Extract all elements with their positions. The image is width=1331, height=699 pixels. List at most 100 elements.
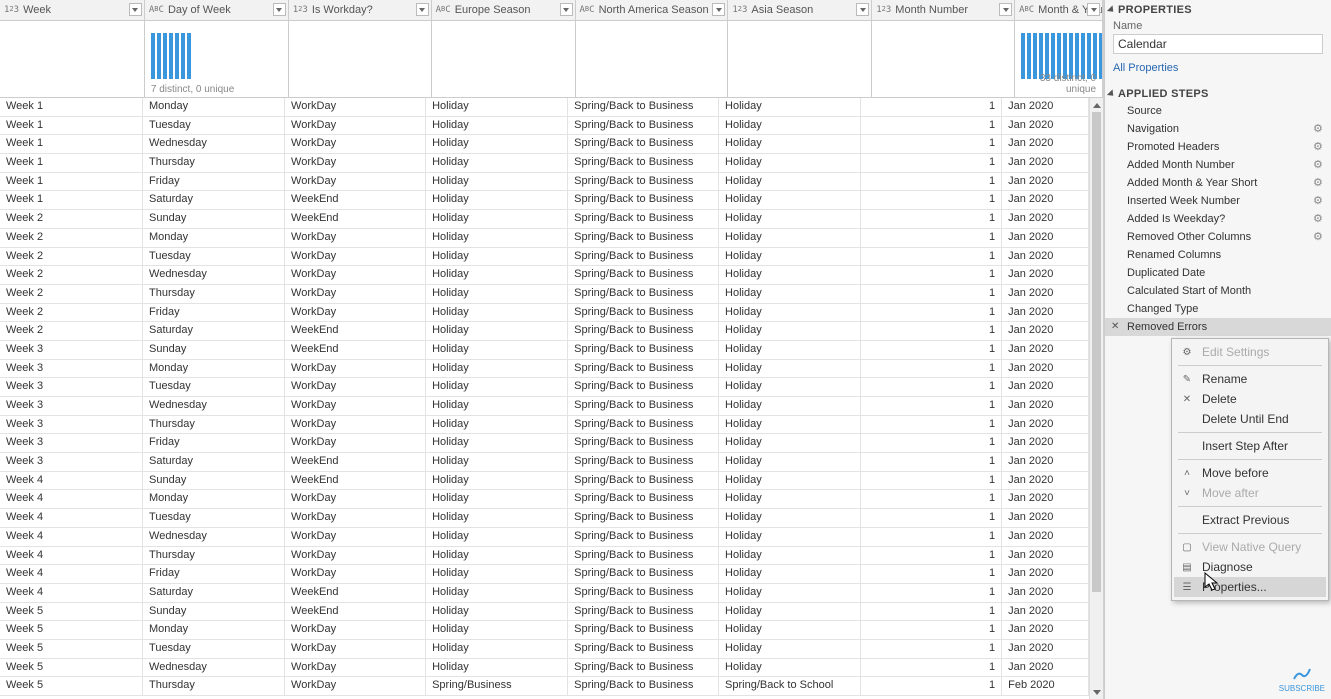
table-cell[interactable]: 1 [861,154,1002,172]
table-cell[interactable]: Feb 2020 [1002,677,1089,695]
properties-header[interactable]: PROPERTIES [1105,0,1331,18]
table-cell[interactable]: Spring/Back to Business [568,509,719,527]
table-cell[interactable]: Jan 2020 [1002,117,1089,135]
table-cell[interactable]: WorkDay [285,621,426,639]
table-row[interactable]: Week 3SaturdayWeekEndHolidaySpring/Back … [0,453,1089,472]
table-cell[interactable]: Jan 2020 [1002,603,1089,621]
table-cell[interactable]: 1 [861,378,1002,396]
table-cell[interactable]: WorkDay [285,397,426,415]
column-header-week[interactable]: 123Week [0,0,145,20]
table-cell[interactable]: Holiday [719,416,861,434]
table-cell[interactable]: Week 3 [0,360,143,378]
table-cell[interactable]: 1 [861,584,1002,602]
table-cell[interactable]: Jan 2020 [1002,378,1089,396]
table-cell[interactable]: Jan 2020 [1002,509,1089,527]
table-cell[interactable]: 1 [861,322,1002,340]
table-cell[interactable]: Week 2 [0,248,143,266]
table-cell[interactable]: Holiday [719,490,861,508]
table-cell[interactable]: Holiday [426,322,568,340]
table-row[interactable]: Week 1TuesdayWorkDayHolidaySpring/Back t… [0,117,1089,136]
column-profile-cell[interactable]: 7 distinct, 0 unique [145,21,289,97]
context-menu-item-diagnose[interactable]: ▤Diagnose [1174,557,1326,577]
table-cell[interactable]: WorkDay [285,154,426,172]
applied-step[interactable]: Duplicated Date [1105,264,1331,282]
table-cell[interactable]: Monday [143,98,285,116]
table-cell[interactable]: Jan 2020 [1002,304,1089,322]
delete-step-icon[interactable]: ✕ [1111,321,1119,332]
column-header-day-of-week[interactable]: ABCDay of Week [145,0,289,20]
context-menu-item-insert-step-after[interactable]: Insert Step After [1174,436,1326,456]
table-cell[interactable]: Spring/Back to Business [568,360,719,378]
table-cell[interactable]: Spring/Back to Business [568,434,719,452]
table-cell[interactable]: Holiday [426,453,568,471]
table-cell[interactable]: WorkDay [285,416,426,434]
table-cell[interactable]: WorkDay [285,490,426,508]
table-cell[interactable]: Spring/Back to Business [568,472,719,490]
table-cell[interactable]: Week 3 [0,416,143,434]
table-cell[interactable]: Holiday [426,229,568,247]
table-cell[interactable]: Jan 2020 [1002,154,1089,172]
table-cell[interactable]: Holiday [719,304,861,322]
table-cell[interactable]: Holiday [426,659,568,677]
table-cell[interactable]: WorkDay [285,266,426,284]
table-cell[interactable]: WeekEnd [285,322,426,340]
table-cell[interactable]: Week 4 [0,509,143,527]
table-cell[interactable]: Friday [143,565,285,583]
table-cell[interactable]: Week 1 [0,135,143,153]
table-cell[interactable]: WorkDay [285,248,426,266]
table-cell[interactable]: Holiday [426,173,568,191]
table-cell[interactable]: Week 3 [0,378,143,396]
table-cell[interactable]: Holiday [426,565,568,583]
table-cell[interactable]: WorkDay [285,117,426,135]
table-cell[interactable]: Week 2 [0,266,143,284]
table-cell[interactable]: Holiday [719,528,861,546]
column-filter-dropdown[interactable] [560,3,573,16]
table-cell[interactable]: Jan 2020 [1002,210,1089,228]
table-cell[interactable]: Friday [143,304,285,322]
scroll-thumb[interactable] [1092,112,1101,592]
table-cell[interactable]: Wednesday [143,528,285,546]
column-filter-dropdown[interactable] [273,3,286,16]
table-cell[interactable]: Holiday [719,509,861,527]
table-cell[interactable]: Jan 2020 [1002,173,1089,191]
table-cell[interactable]: WorkDay [285,434,426,452]
scroll-up-arrow[interactable] [1090,98,1103,112]
table-cell[interactable]: Week 5 [0,659,143,677]
table-cell[interactable]: Week 1 [0,117,143,135]
table-cell[interactable]: Jan 2020 [1002,98,1089,116]
table-cell[interactable]: 1 [861,173,1002,191]
table-cell[interactable]: Saturday [143,584,285,602]
table-cell[interactable]: Thursday [143,154,285,172]
table-row[interactable]: Week 2FridayWorkDayHolidaySpring/Back to… [0,304,1089,323]
column-header-month-year[interactable]: ABCMonth & Year [1015,0,1103,20]
table-cell[interactable]: Holiday [719,360,861,378]
table-row[interactable]: Week 2WednesdayWorkDayHolidaySpring/Back… [0,266,1089,285]
table-cell[interactable]: Jan 2020 [1002,453,1089,471]
table-cell[interactable]: Jan 2020 [1002,341,1089,359]
applied-step[interactable]: ✕Removed Errors [1105,318,1331,336]
table-cell[interactable]: Holiday [719,322,861,340]
applied-step[interactable]: Added Month Number⚙ [1105,156,1331,174]
table-cell[interactable]: Holiday [719,472,861,490]
table-cell[interactable]: Holiday [426,210,568,228]
table-cell[interactable]: 1 [861,360,1002,378]
table-cell[interactable]: Jan 2020 [1002,472,1089,490]
table-cell[interactable]: Holiday [719,584,861,602]
table-cell[interactable]: Holiday [426,397,568,415]
table-row[interactable]: Week 3TuesdayWorkDayHolidaySpring/Back t… [0,378,1089,397]
table-cell[interactable]: Jan 2020 [1002,135,1089,153]
column-filter-dropdown[interactable] [416,3,429,16]
table-cell[interactable]: Holiday [719,210,861,228]
table-cell[interactable]: WorkDay [285,229,426,247]
table-cell[interactable]: 1 [861,603,1002,621]
table-cell[interactable]: Spring/Back to Business [568,397,719,415]
table-cell[interactable]: 1 [861,191,1002,209]
table-cell[interactable]: Week 5 [0,640,143,658]
table-cell[interactable]: Spring/Back to Business [568,304,719,322]
all-properties-link[interactable]: All Properties [1105,58,1331,84]
table-cell[interactable]: Holiday [426,248,568,266]
table-cell[interactable]: Spring/Back to Business [568,191,719,209]
table-row[interactable]: Week 4ThursdayWorkDayHolidaySpring/Back … [0,547,1089,566]
table-cell[interactable]: Sunday [143,341,285,359]
applied-step[interactable]: Removed Other Columns⚙ [1105,228,1331,246]
